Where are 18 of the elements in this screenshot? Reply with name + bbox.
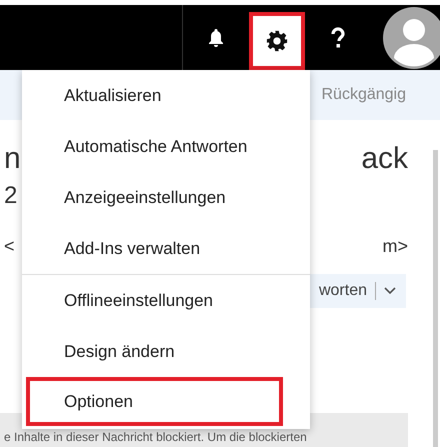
settings-icon <box>266 30 288 52</box>
sender-text: m> <box>382 236 408 258</box>
chevron-down-icon <box>384 287 396 295</box>
avatar-icon[interactable] <box>382 6 440 70</box>
menu-item[interactable]: Aktualisieren <box>26 70 283 121</box>
scrollbar[interactable] <box>433 150 438 447</box>
bell-icon[interactable] <box>208 28 224 48</box>
menu-item[interactable]: Add-Ins verwalten <box>26 223 283 274</box>
menu-item[interactable]: Anzeigeeinstellungen <box>26 172 283 223</box>
menu-item[interactable]: Automatische Antworten <box>26 121 283 172</box>
help-icon[interactable] <box>330 26 346 48</box>
subject-text: ack <box>361 142 408 177</box>
date-text: 2 <box>4 182 18 211</box>
menu-item[interactable]: Optionen <box>26 377 283 426</box>
menu-item[interactable]: Design ändern <box>26 326 283 377</box>
subject-text: n <box>4 142 21 177</box>
settings-button[interactable] <box>249 12 305 70</box>
sender-text: < <box>4 236 15 258</box>
